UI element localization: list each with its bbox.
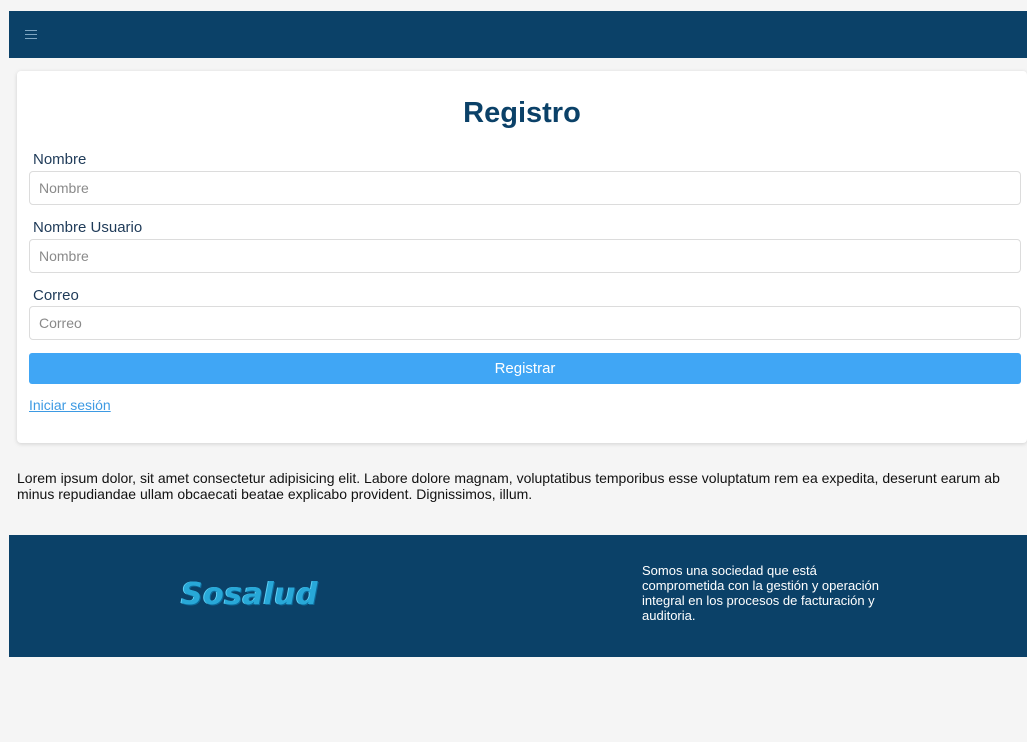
username-input[interactable] [29, 239, 1021, 273]
register-button[interactable]: Registrar [29, 353, 1021, 384]
footer: Sosalud Somos una sociedad que está comp… [9, 535, 1027, 657]
username-label: Nombre Usuario [33, 219, 143, 236]
login-link[interactable]: Iniciar sesión [29, 397, 111, 413]
sosalud-logo: Sosalud [181, 577, 318, 612]
footer-description: Somos una sociedad que está comprometida… [642, 563, 880, 623]
name-input[interactable] [29, 171, 1021, 205]
intro-paragraph: Lorem ipsum dolor, sit amet consectetur … [17, 470, 1000, 502]
register-card: Registro Nombre Nombre Usuario Correo Re… [17, 71, 1027, 443]
hamburger-icon[interactable] [25, 30, 37, 39]
email-label: Correo [33, 287, 79, 304]
name-label: Nombre [33, 151, 87, 168]
email-input[interactable] [29, 306, 1021, 340]
top-navbar [9, 11, 1027, 58]
page-title: Registro [463, 97, 581, 129]
